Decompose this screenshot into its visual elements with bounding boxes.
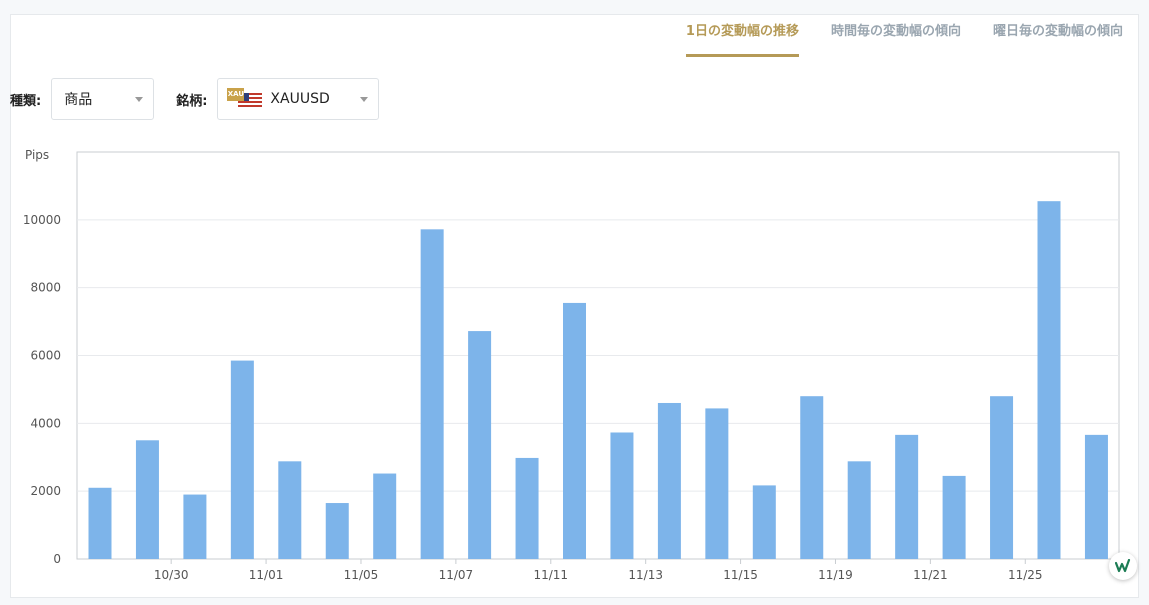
y-tick-label: 10000 bbox=[23, 213, 61, 227]
y-tick-label: 2000 bbox=[30, 484, 61, 498]
x-tick-label: 11/07 bbox=[439, 568, 474, 582]
bar[interactable] bbox=[88, 487, 112, 559]
bar[interactable] bbox=[515, 457, 539, 559]
bar[interactable] bbox=[657, 402, 681, 559]
x-tick-label: 11/11 bbox=[533, 568, 568, 582]
bar[interactable] bbox=[895, 434, 919, 559]
bar[interactable] bbox=[990, 396, 1014, 559]
tradingview-icon bbox=[1115, 559, 1131, 573]
x-tick-label: 11/05 bbox=[344, 568, 379, 582]
bar[interactable] bbox=[705, 408, 729, 559]
y-axis-label: Pips bbox=[25, 148, 49, 162]
y-tick-label: 4000 bbox=[30, 416, 61, 430]
x-tick-label: 11/13 bbox=[628, 568, 663, 582]
bar[interactable] bbox=[420, 229, 444, 559]
x-tick-label: 11/01 bbox=[249, 568, 284, 582]
bar[interactable] bbox=[135, 440, 159, 559]
bar[interactable] bbox=[752, 485, 776, 559]
x-tick-label: 11/25 bbox=[1008, 568, 1043, 582]
y-tick-label: 0 bbox=[53, 552, 61, 566]
bar-chart: Pips 0 2000 4000 6000 8000 10000 10/30 11/01 11… bbox=[23, 148, 1120, 582]
bar[interactable] bbox=[230, 360, 254, 559]
y-tick-label: 6000 bbox=[30, 349, 61, 363]
bar[interactable] bbox=[183, 494, 207, 559]
bar[interactable] bbox=[468, 331, 492, 559]
bar[interactable] bbox=[1037, 201, 1061, 559]
bar[interactable] bbox=[800, 396, 824, 559]
bar[interactable] bbox=[610, 432, 634, 559]
bar[interactable] bbox=[847, 461, 871, 559]
bar[interactable] bbox=[563, 302, 586, 559]
y-tick-label: 8000 bbox=[30, 281, 61, 295]
x-tick-label: 11/19 bbox=[818, 568, 853, 582]
x-tick-label: 10/30 bbox=[154, 568, 189, 582]
x-tick-label: 11/15 bbox=[723, 568, 758, 582]
bar[interactable] bbox=[325, 503, 349, 559]
bar[interactable] bbox=[278, 461, 302, 559]
bar[interactable] bbox=[942, 475, 966, 559]
widget-logo-icon[interactable] bbox=[1109, 552, 1137, 580]
bar[interactable] bbox=[373, 473, 397, 559]
x-tick-label: 11/21 bbox=[913, 568, 948, 582]
bar[interactable] bbox=[1084, 434, 1108, 559]
